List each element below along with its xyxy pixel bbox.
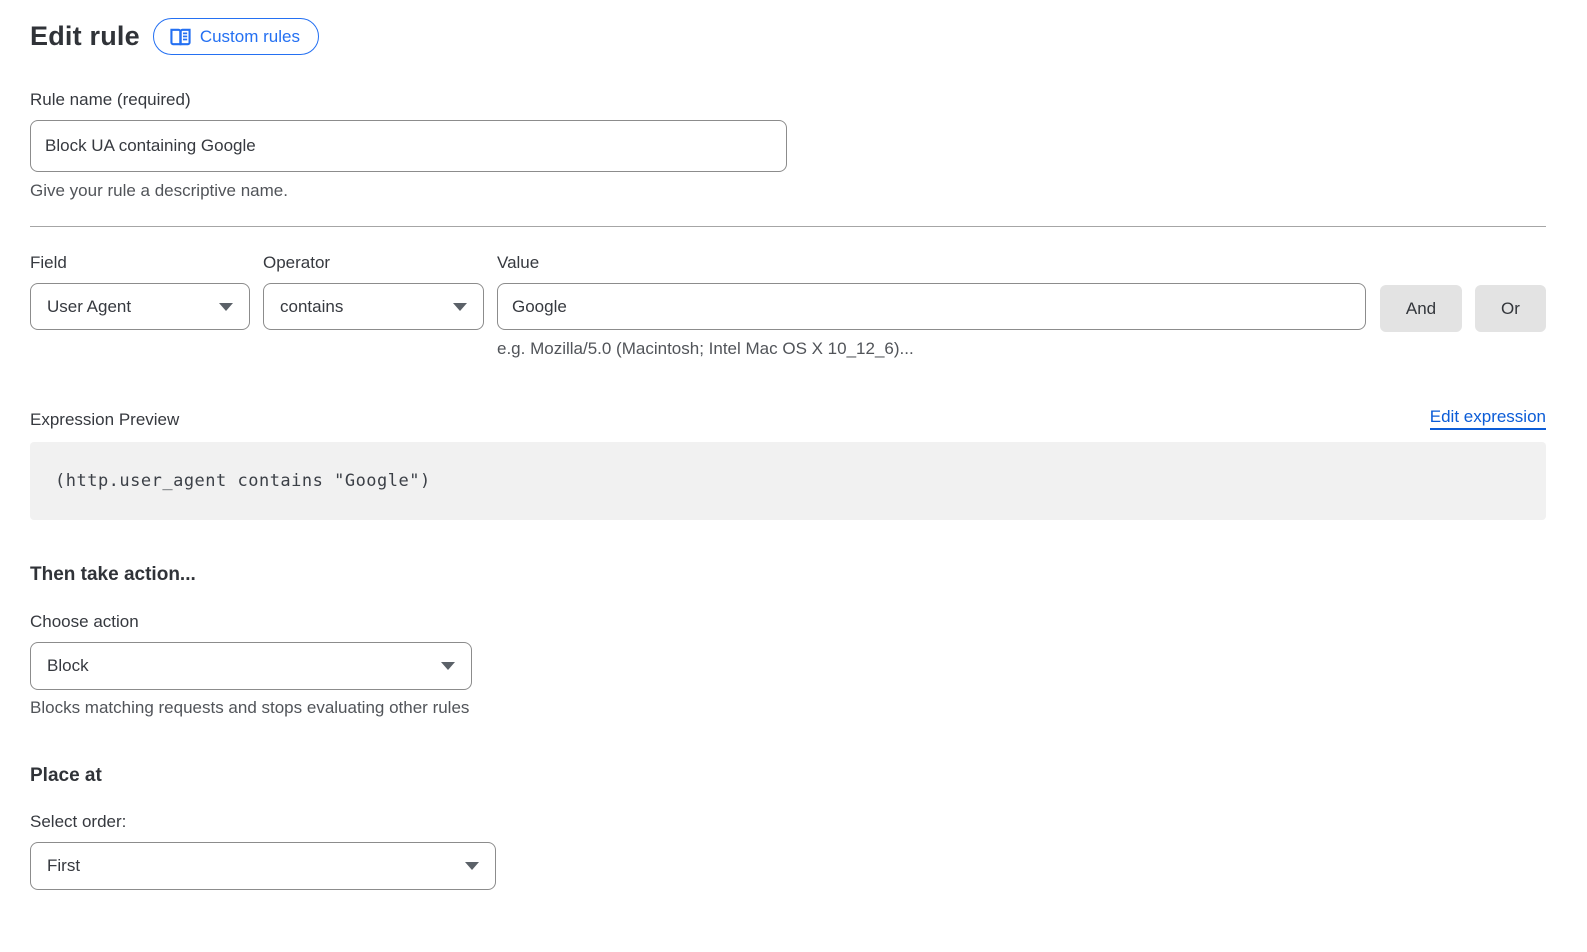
edit-expression-link[interactable]: Edit expression bbox=[1430, 407, 1546, 430]
chevron-down-icon bbox=[465, 862, 479, 870]
operator-column: Operator contains bbox=[263, 253, 484, 330]
order-select-value: First bbox=[47, 856, 80, 876]
and-button[interactable]: And bbox=[1380, 285, 1462, 332]
chevron-down-icon bbox=[441, 662, 455, 670]
action-section: Then take action... Choose action Block … bbox=[30, 564, 1546, 718]
expression-section: Expression Preview Edit expression (http… bbox=[30, 407, 1546, 520]
section-divider bbox=[30, 226, 1546, 227]
operator-label: Operator bbox=[263, 253, 484, 273]
page-title: Edit rule bbox=[30, 21, 140, 52]
field-select[interactable]: User Agent bbox=[30, 283, 250, 330]
value-column: Value e.g. Mozilla/5.0 (Macintosh; Intel… bbox=[497, 253, 1366, 359]
rule-name-helper: Give your rule a descriptive name. bbox=[30, 181, 1546, 201]
rule-name-section: Rule name (required) Give your rule a de… bbox=[30, 90, 1546, 201]
or-button[interactable]: Or bbox=[1475, 285, 1546, 332]
field-column: Field User Agent bbox=[30, 253, 250, 330]
choose-action-label: Choose action bbox=[30, 612, 1546, 632]
action-heading: Then take action... bbox=[30, 564, 1546, 586]
action-helper: Blocks matching requests and stops evalu… bbox=[30, 698, 1546, 718]
expression-preview-label: Expression Preview bbox=[30, 410, 179, 430]
custom-rules-button[interactable]: Custom rules bbox=[153, 18, 319, 55]
place-at-heading: Place at bbox=[30, 765, 1546, 787]
operator-select[interactable]: contains bbox=[263, 283, 484, 330]
edit-rule-page: Edit rule Custom rules Rule name (requir… bbox=[0, 0, 1587, 890]
page-header: Edit rule Custom rules bbox=[30, 18, 1546, 55]
value-helper: e.g. Mozilla/5.0 (Macintosh; Intel Mac O… bbox=[497, 339, 1366, 359]
open-book-icon bbox=[170, 28, 191, 46]
custom-rules-button-label: Custom rules bbox=[200, 27, 300, 47]
select-order-label: Select order: bbox=[30, 812, 1546, 832]
logic-buttons: And Or bbox=[1380, 253, 1546, 332]
expression-code: (http.user_agent contains "Google") bbox=[55, 471, 431, 491]
expression-preview-box: (http.user_agent contains "Google") bbox=[30, 442, 1546, 520]
chevron-down-icon bbox=[453, 303, 467, 311]
placement-section: Place at Select order: First bbox=[30, 765, 1546, 890]
expression-header: Expression Preview Edit expression bbox=[30, 407, 1546, 430]
order-select[interactable]: First bbox=[30, 842, 496, 890]
field-select-value: User Agent bbox=[47, 297, 131, 317]
value-input[interactable] bbox=[497, 283, 1366, 330]
operator-select-value: contains bbox=[280, 297, 343, 317]
chevron-down-icon bbox=[219, 303, 233, 311]
action-select[interactable]: Block bbox=[30, 642, 472, 690]
condition-row: Field User Agent Operator contains Value… bbox=[30, 253, 1546, 359]
rule-name-label: Rule name (required) bbox=[30, 90, 1546, 110]
action-select-value: Block bbox=[47, 656, 89, 676]
field-label: Field bbox=[30, 253, 250, 273]
rule-name-input[interactable] bbox=[30, 120, 787, 172]
value-label: Value bbox=[497, 253, 1366, 273]
